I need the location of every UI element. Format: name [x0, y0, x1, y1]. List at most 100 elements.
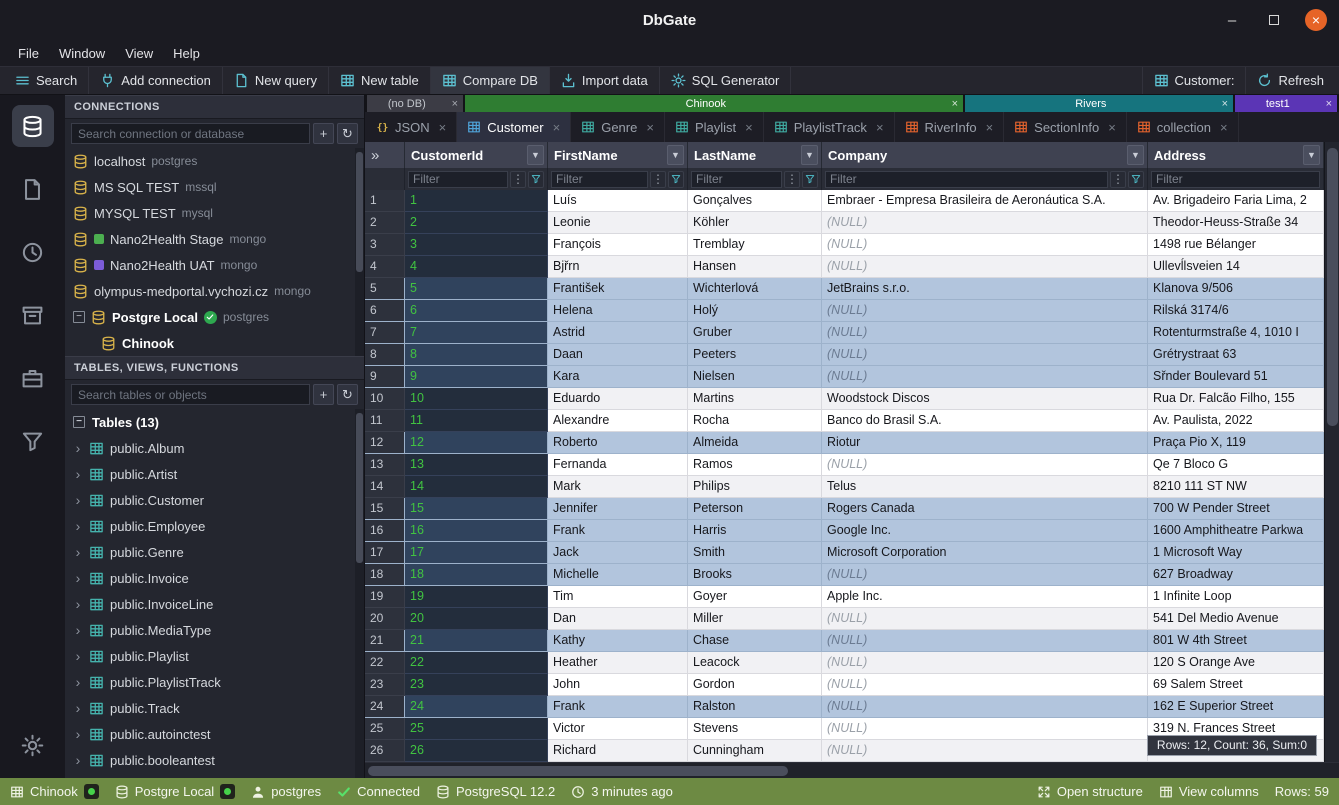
table-row[interactable]: 2323JohnGordon(NULL)69 Salem Street — [365, 674, 1324, 696]
row-number-cell[interactable]: 15 — [365, 498, 405, 520]
menu-file[interactable]: File — [8, 43, 49, 64]
data-cell[interactable]: Kathy — [548, 630, 688, 652]
data-cell[interactable]: Tim — [548, 586, 688, 608]
add-connection-mini-button[interactable]: + — [313, 123, 334, 144]
filter-input-lastname[interactable] — [691, 171, 782, 188]
data-cell[interactable]: 20 — [405, 608, 548, 630]
table-row[interactable]: 88DaanPeeters(NULL)Grétrystraat 63 — [365, 344, 1324, 366]
chevron-right-icon[interactable]: › — [73, 674, 83, 690]
chevron-right-icon[interactable]: › — [73, 544, 83, 560]
toolbar-new-table-button[interactable]: New table — [329, 67, 431, 94]
data-cell[interactable]: Gordon — [688, 674, 822, 696]
row-number-cell[interactable]: 25 — [365, 718, 405, 740]
toolbar-search-button[interactable]: Search — [4, 67, 89, 94]
filter-funnel-button[interactable] — [528, 171, 544, 188]
tab-playlist[interactable]: Playlist× — [665, 112, 764, 142]
table-row[interactable]: 1212RobertoAlmeidaRioturPraça Pio X, 119 — [365, 432, 1324, 454]
tab-riverinfo[interactable]: RiverInfo× — [895, 112, 1005, 142]
data-cell[interactable]: Bjřrn — [548, 256, 688, 278]
table-item-public-autoinctest[interactable]: ›public.autoinctest — [65, 721, 364, 747]
row-number-cell[interactable]: 24 — [365, 696, 405, 718]
data-cell[interactable]: 2 — [405, 212, 548, 234]
data-cell[interactable]: Ullevĺlsveien 14 — [1148, 256, 1324, 278]
data-cell[interactable]: (NULL) — [822, 322, 1148, 344]
rail-item-funnel[interactable] — [12, 420, 54, 462]
row-number-cell[interactable]: 6 — [365, 300, 405, 322]
refresh-tables-button[interactable]: ↻ — [337, 384, 358, 405]
refresh-connections-button[interactable]: ↻ — [337, 123, 358, 144]
data-cell[interactable]: (NULL) — [822, 652, 1148, 674]
table-row[interactable]: 2020DanMiller(NULL)541 Del Medio Avenue — [365, 608, 1324, 630]
table-row[interactable]: 1313FernandaRamos(NULL)Qe 7 Bloco G — [365, 454, 1324, 476]
data-cell[interactable]: Peterson — [688, 498, 822, 520]
data-cell[interactable]: 14 — [405, 476, 548, 498]
data-cell[interactable]: (NULL) — [822, 300, 1148, 322]
data-cell[interactable]: Heather — [548, 652, 688, 674]
filter-menu-button[interactable]: ⋮ — [650, 171, 666, 188]
data-cell[interactable]: JetBrains s.r.o. — [822, 278, 1148, 300]
row-number-cell[interactable]: 13 — [365, 454, 405, 476]
data-cell[interactable]: Gonçalves — [688, 190, 822, 212]
data-cell[interactable]: Martins — [688, 388, 822, 410]
column-header-company[interactable]: Company▼ — [822, 142, 1148, 168]
data-cell[interactable]: Gruber — [688, 322, 822, 344]
table-item-public-playlist[interactable]: ›public.Playlist — [65, 643, 364, 669]
connections-search-input[interactable] — [71, 123, 310, 144]
data-cell[interactable]: Holý — [688, 300, 822, 322]
filter-funnel-button[interactable] — [802, 171, 818, 188]
chevron-right-icon[interactable]: › — [73, 466, 83, 482]
data-cell[interactable]: 22 — [405, 652, 548, 674]
minimize-button[interactable]: – — [1221, 9, 1243, 31]
data-cell[interactable]: 1498 rue Bélanger — [1148, 234, 1324, 256]
connection-item-olympus-medportal-vychozi-cz[interactable]: olympus-medportal.vychozi.czmongo — [65, 278, 364, 304]
data-cell[interactable]: Eduardo — [548, 388, 688, 410]
data-cell[interactable]: 6 — [405, 300, 548, 322]
menu-window[interactable]: Window — [49, 43, 115, 64]
scrollbar-thumb[interactable] — [368, 766, 788, 776]
close-icon[interactable]: × — [1321, 98, 1337, 110]
row-number-cell[interactable]: 10 — [365, 388, 405, 410]
data-cell[interactable]: Ralston — [688, 696, 822, 718]
data-cell[interactable]: Ramos — [688, 454, 822, 476]
grid-vertical-scrollbar[interactable] — [1324, 142, 1339, 762]
data-cell[interactable]: (NULL) — [822, 366, 1148, 388]
data-cell[interactable]: (NULL) — [822, 674, 1148, 696]
filter-input-address[interactable] — [1151, 171, 1320, 188]
data-cell[interactable]: Banco do Brasil S.A. — [822, 410, 1148, 432]
data-cell[interactable]: 8210 111 ST NW — [1148, 476, 1324, 498]
data-cell[interactable]: Victor — [548, 718, 688, 740]
data-cell[interactable]: Tremblay — [688, 234, 822, 256]
table-row[interactable]: 1616FrankHarrisGoogle Inc.1600 Amphithea… — [365, 520, 1324, 542]
rail-item-db[interactable] — [12, 105, 54, 147]
table-item-public-playlisttrack[interactable]: ›public.PlaylistTrack — [65, 669, 364, 695]
chevron-right-icon[interactable]: › — [73, 570, 83, 586]
data-cell[interactable]: (NULL) — [822, 608, 1148, 630]
data-cell[interactable]: Google Inc. — [822, 520, 1148, 542]
data-cell[interactable]: Grétrystraat 63 — [1148, 344, 1324, 366]
data-cell[interactable]: (NULL) — [822, 740, 1148, 762]
data-cell[interactable]: Mark — [548, 476, 688, 498]
data-cell[interactable]: 1 Microsoft Way — [1148, 542, 1324, 564]
toolbar-add-connection-button[interactable]: Add connection — [89, 67, 223, 94]
table-item-public-track[interactable]: ›public.Track — [65, 695, 364, 721]
table-row[interactable]: 2121KathyChase(NULL)801 W 4th Street — [365, 630, 1324, 652]
data-cell[interactable]: Peeters — [688, 344, 822, 366]
data-cell[interactable]: Richard — [548, 740, 688, 762]
data-cell[interactable]: Leonie — [548, 212, 688, 234]
chevron-right-icon[interactable]: › — [73, 492, 83, 508]
data-cell[interactable]: 23 — [405, 674, 548, 696]
table-item-public-invoiceline[interactable]: ›public.InvoiceLine — [65, 591, 364, 617]
table-item-public-mediatype[interactable]: ›public.MediaType — [65, 617, 364, 643]
chevron-right-icon[interactable]: › — [73, 726, 83, 742]
table-item-public-customer[interactable]: ›public.Customer — [65, 487, 364, 513]
row-number-cell[interactable]: 23 — [365, 674, 405, 696]
data-cell[interactable]: Fernanda — [548, 454, 688, 476]
table-row[interactable]: 1919TimGoyerApple Inc.1 Infinite Loop — [365, 586, 1324, 608]
chevron-right-icon[interactable]: › — [73, 648, 83, 664]
column-header-lastname[interactable]: LastName▼ — [688, 142, 822, 168]
table-row[interactable]: 1414MarkPhilipsTelus8210 111 ST NW — [365, 476, 1324, 498]
tab-playlisttrack[interactable]: PlaylistTrack× — [764, 112, 895, 142]
chevron-right-icon[interactable]: › — [73, 596, 83, 612]
data-cell[interactable]: 1 Infinite Loop — [1148, 586, 1324, 608]
tables-search-input[interactable] — [71, 384, 310, 405]
